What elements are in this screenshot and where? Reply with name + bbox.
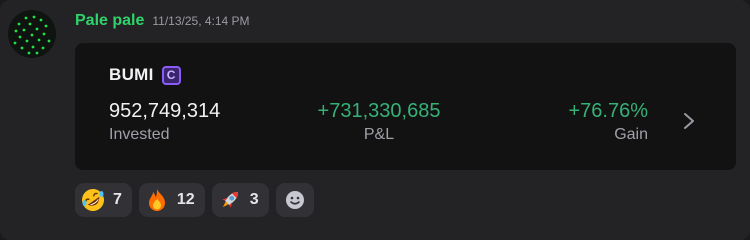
trade-card[interactable]: BUMI C 952,749,314 Invested +731,330,685… [75,43,736,170]
gain-value: +76.76% [568,100,648,122]
invested-stat: 952,749,314 Invested [109,99,220,145]
rocket-emoji [221,192,238,208]
reactions-bar: 7 12 3 [75,183,314,217]
add-reaction-button[interactable] [275,183,314,217]
smiley-face-icon [285,191,304,209]
reaction-count: 7 [113,191,122,208]
ticker-symbol: BUMI [109,65,154,84]
reaction-count: 3 [249,191,259,208]
invested-label: Invested [109,126,170,143]
timestamp: 11/13/25, 4:14 PM [152,14,250,28]
ticker-row: BUMI C [109,65,181,85]
message-container: Pale pale 11/13/25, 4:14 PM BUMI C 952,7… [0,0,750,240]
username[interactable]: Pale pale [75,12,144,30]
fire-emoji [148,189,165,211]
pnl-label: P&L [363,126,395,143]
gain-stat: +76.76% Gain [568,99,648,145]
gain-label: Gain [614,126,648,143]
pnl-stat: +731,330,685 P&L [314,99,444,145]
ticker-badge: C [161,65,181,85]
reaction-count: 12 [176,191,195,208]
pnl-value: +731,330,685 [317,100,441,122]
message-header: Pale pale 11/13/25, 4:14 PM [75,12,250,30]
rolling-on-floor-laughing-emoji [82,189,104,211]
reaction-rocket[interactable]: 3 [211,183,269,217]
reaction-fire[interactable]: 12 [138,183,205,217]
invested-value: 952,749,314 [109,100,221,122]
reaction-laughing[interactable]: 7 [75,183,132,217]
chevron-right-icon[interactable] [682,111,696,131]
green-dots-avatar-icon [13,15,51,55]
user-avatar[interactable] [8,10,56,58]
